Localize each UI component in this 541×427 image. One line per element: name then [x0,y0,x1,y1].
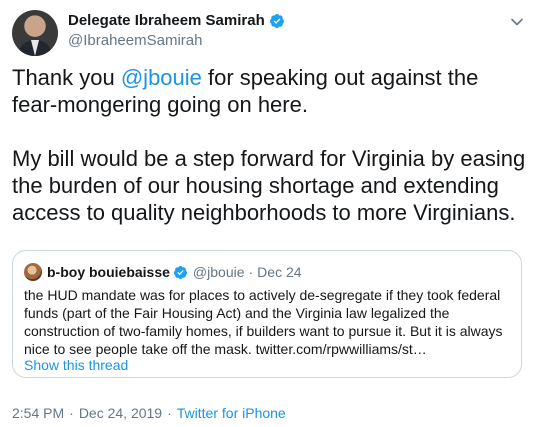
author-display-name[interactable]: Delegate Ibraheem Samirah [68,12,265,29]
verified-badge-icon [173,265,187,279]
verified-badge-icon [269,13,284,28]
quoted-tweet-header: b-boy bouiebaisse @jbouie · Dec 24 [24,263,302,281]
quoted-author-avatar [24,263,42,281]
meta-separator: · [167,405,172,421]
quoted-date: Dec 24 [257,264,302,280]
quoted-separator: · [248,264,254,280]
author-avatar[interactable] [12,10,58,56]
quoted-tweet-text: the HUD mandate was for places to active… [24,287,503,357]
author-handle[interactable]: @IbraheemSamirah [68,32,202,49]
tweet-source-link[interactable]: Twitter for iPhone [177,405,286,421]
tweet-text-before-mention: Thank you [12,65,121,90]
chevron-down-icon[interactable] [509,14,525,30]
quoted-tweet[interactable]: b-boy bouiebaisse @jbouie · Dec 24 the H… [12,250,522,378]
show-thread-link[interactable]: Show this thread [24,357,128,373]
tweet-time[interactable]: 2:54 PM [12,405,64,421]
tweet-meta: 2:54 PM · Dec 24, 2019 · Twitter for iPh… [12,405,286,421]
meta-separator: · [69,405,74,421]
author-name-row: Delegate Ibraheem Samirah [68,12,285,29]
quoted-author-name: b-boy bouiebaisse [47,264,170,280]
tweet-paragraph-2: My bill would be a step forward for Virg… [12,146,526,225]
tweet-paragraph-1: Thank you @jbouie for speaking out again… [12,64,527,118]
tweet-body: Thank you @jbouie for speaking out again… [12,64,527,226]
mention-link[interactable]: @jbouie [121,65,202,90]
tweet-card: Delegate Ibraheem Samirah @IbraheemSamir… [0,0,541,427]
tweet-date[interactable]: Dec 24, 2019 [79,405,162,421]
quoted-author-handle: @jbouie [192,264,245,280]
